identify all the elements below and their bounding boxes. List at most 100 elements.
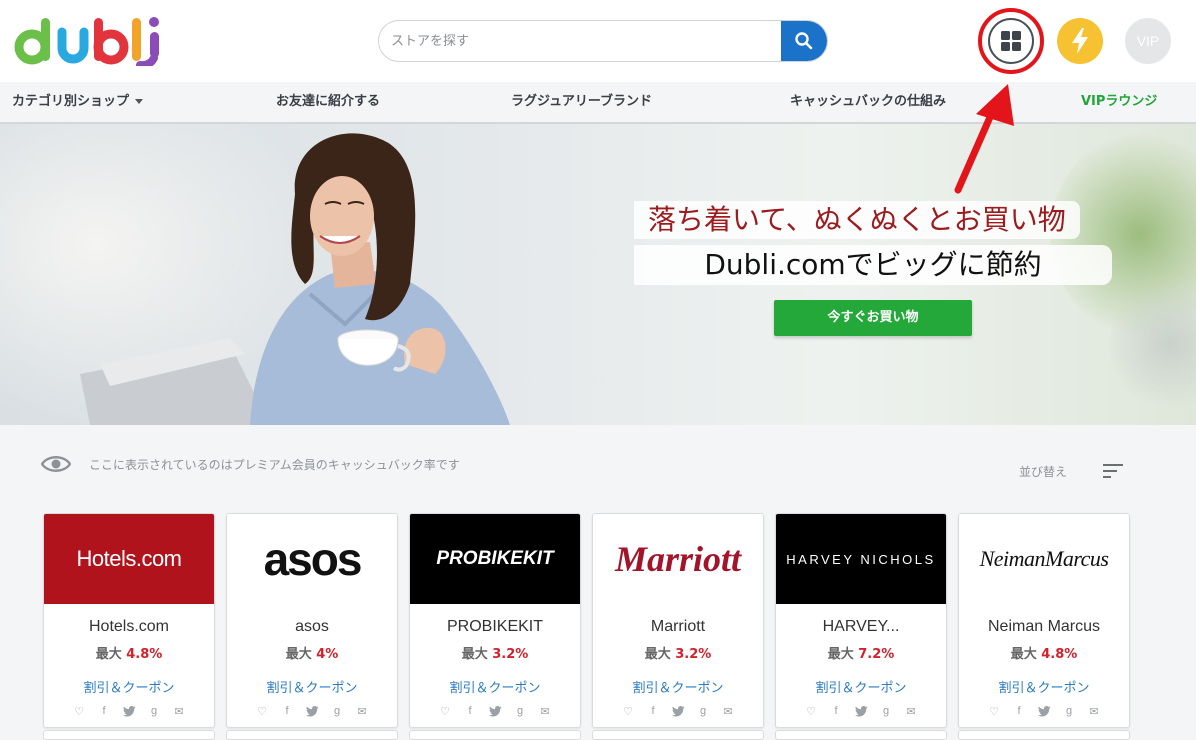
- cashback-rate: 最大 7.2%: [776, 643, 946, 662]
- vip-button[interactable]: VIP: [1125, 18, 1171, 64]
- store-logo-text: asos: [263, 533, 363, 585]
- dubli-logo[interactable]: dubli: [12, 14, 167, 66]
- facebook-icon[interactable]: f: [646, 704, 660, 718]
- twitter-icon[interactable]: [305, 704, 319, 718]
- store-logo-text: PROBIKEKIT: [436, 548, 554, 569]
- store-logo[interactable]: HARVEY NICHOLS: [776, 514, 946, 604]
- store-card[interactable]: Hotels.com Hotels.com 最大 4.8% 割引＆クーポン ♡ f g ✉: [43, 513, 215, 728]
- nav-category-shop[interactable]: カテゴリ別ショップ: [12, 82, 144, 122]
- coupons-link[interactable]: 割引＆クーポン: [410, 677, 580, 696]
- facebook-icon[interactable]: f: [463, 704, 477, 718]
- rate-prefix: 最大: [827, 647, 854, 662]
- google-plus-icon[interactable]: g: [513, 704, 527, 718]
- share-icons: ♡ f g ✉: [593, 704, 763, 718]
- heart-icon[interactable]: ♡: [804, 704, 818, 718]
- hero-woman-with-laptop-image: [80, 133, 510, 425]
- vip-label: VIP: [1136, 33, 1160, 49]
- coupons-link[interactable]: 割引＆クーポン: [44, 677, 214, 696]
- store-card[interactable]: NeimanMarcus Neiman Marcus 最大 4.8% 割引＆クーポン ♡…: [958, 513, 1130, 728]
- share-icons: ♡ f g ✉: [227, 704, 397, 718]
- share-icons: ♡ f g ✉: [776, 704, 946, 718]
- twitter-icon[interactable]: [671, 704, 685, 718]
- store-card[interactable]: asos asos 最大 4% 割引＆クーポン ♡ f g ✉: [226, 513, 398, 728]
- heart-icon[interactable]: ♡: [255, 704, 269, 718]
- facebook-icon[interactable]: f: [280, 704, 294, 718]
- facebook-icon[interactable]: f: [97, 704, 111, 718]
- coupons-link[interactable]: 割引＆クーポン: [776, 677, 946, 696]
- hero-subheadline: Dubli.comでビッグに節約: [634, 245, 1112, 285]
- heart-icon[interactable]: ♡: [438, 704, 452, 718]
- store-logo-text: HARVEY NICHOLS: [786, 551, 936, 567]
- store-logo[interactable]: Hotels.com: [44, 514, 214, 604]
- store-logo-text: NeimanMarcus: [979, 546, 1109, 571]
- store-name[interactable]: HARVEY...: [776, 618, 946, 636]
- google-plus-icon[interactable]: g: [696, 704, 710, 718]
- email-icon[interactable]: ✉: [172, 704, 186, 718]
- coupons-link[interactable]: 割引＆クーポン: [959, 677, 1129, 696]
- lightning-icon: [1072, 28, 1088, 54]
- rate-prefix: 最大: [644, 647, 671, 662]
- twitter-icon[interactable]: [1037, 704, 1051, 718]
- rate-value: 7.2%: [858, 647, 895, 662]
- annotation-arrow-icon: [954, 84, 1014, 194]
- nav-refer-friend[interactable]: お友達に紹介する: [276, 82, 380, 122]
- store-card[interactable]: HARVEY NICHOLS HARVEY... 最大 7.2% 割引＆クーポン ♡ f g…: [775, 513, 947, 728]
- rate-value: 4%: [316, 647, 339, 662]
- sort-icon[interactable]: [1102, 463, 1124, 479]
- store-logo[interactable]: PROBIKEKIT: [410, 514, 580, 604]
- store-name[interactable]: Marriott: [593, 618, 763, 636]
- email-icon[interactable]: ✉: [538, 704, 552, 718]
- store-name[interactable]: PROBIKEKIT: [410, 618, 580, 636]
- store-card-next-row: [958, 730, 1130, 740]
- facebook-icon[interactable]: f: [1012, 704, 1026, 718]
- google-plus-icon[interactable]: g: [147, 704, 161, 718]
- twitter-icon[interactable]: [854, 704, 868, 718]
- rate-prefix: 最大: [95, 647, 122, 662]
- store-name[interactable]: asos: [227, 618, 397, 636]
- share-icons: ♡ f g ✉: [44, 704, 214, 718]
- google-plus-icon[interactable]: g: [1062, 704, 1076, 718]
- store-card-next-row: [43, 730, 215, 740]
- premium-cashback-notice: ここに表示されているのはプレミアム会員のキャッシュバック率です: [89, 458, 460, 472]
- rate-value: 4.8%: [126, 647, 163, 662]
- coupons-link[interactable]: 割引＆クーポン: [593, 677, 763, 696]
- store-name[interactable]: Hotels.com: [44, 618, 214, 636]
- search-input[interactable]: [379, 21, 783, 61]
- store-name[interactable]: Neiman Marcus: [959, 618, 1129, 636]
- store-card[interactable]: PROBIKEKIT PROBIKEKIT 最大 3.2% 割引＆クーポン ♡ f g ✉: [409, 513, 581, 728]
- caret-down-icon: [135, 99, 144, 104]
- email-icon[interactable]: ✉: [721, 704, 735, 718]
- store-card-next-row: [226, 730, 398, 740]
- facebook-icon[interactable]: f: [829, 704, 843, 718]
- email-icon[interactable]: ✉: [904, 704, 918, 718]
- nav-luxury-brands[interactable]: ラグジュアリーブランド: [511, 82, 652, 122]
- heart-icon[interactable]: ♡: [987, 704, 1001, 718]
- email-icon[interactable]: ✉: [355, 704, 369, 718]
- nav-how-cashback-works[interactable]: キャッシュバックの仕組み: [790, 82, 946, 122]
- nav-label: カテゴリ別ショップ: [12, 94, 130, 109]
- sort-label[interactable]: 並び替え: [1019, 463, 1067, 480]
- google-plus-icon[interactable]: g: [879, 704, 893, 718]
- rate-prefix: 最大: [461, 647, 488, 662]
- search-button[interactable]: [781, 21, 827, 61]
- rate-value: 4.8%: [1041, 647, 1078, 662]
- nav-vip-lounge[interactable]: VIPラウンジ: [1081, 82, 1157, 122]
- store-card-next-row: [409, 730, 581, 740]
- store-logo[interactable]: asos: [227, 514, 397, 604]
- shop-now-button[interactable]: 今すぐお買い物: [774, 300, 972, 336]
- cashback-rate: 最大 4.8%: [959, 643, 1129, 662]
- twitter-icon[interactable]: [122, 704, 136, 718]
- heart-icon[interactable]: ♡: [72, 704, 86, 718]
- twitter-icon[interactable]: [488, 704, 502, 718]
- email-icon[interactable]: ✉: [1087, 704, 1101, 718]
- store-card[interactable]: Marriott Marriott 最大 3.2% 割引＆クーポン ♡ f g ✉: [592, 513, 764, 728]
- google-plus-icon[interactable]: g: [330, 704, 344, 718]
- heart-icon[interactable]: ♡: [621, 704, 635, 718]
- store-logo[interactable]: Marriott: [593, 514, 763, 604]
- app-grid-button[interactable]: [988, 18, 1034, 64]
- store-logo[interactable]: NeimanMarcus: [959, 514, 1129, 604]
- coupons-link[interactable]: 割引＆クーポン: [227, 677, 397, 696]
- store-card-next-row: [775, 730, 947, 740]
- flash-deals-button[interactable]: [1057, 18, 1103, 64]
- rate-prefix: 最大: [1010, 647, 1037, 662]
